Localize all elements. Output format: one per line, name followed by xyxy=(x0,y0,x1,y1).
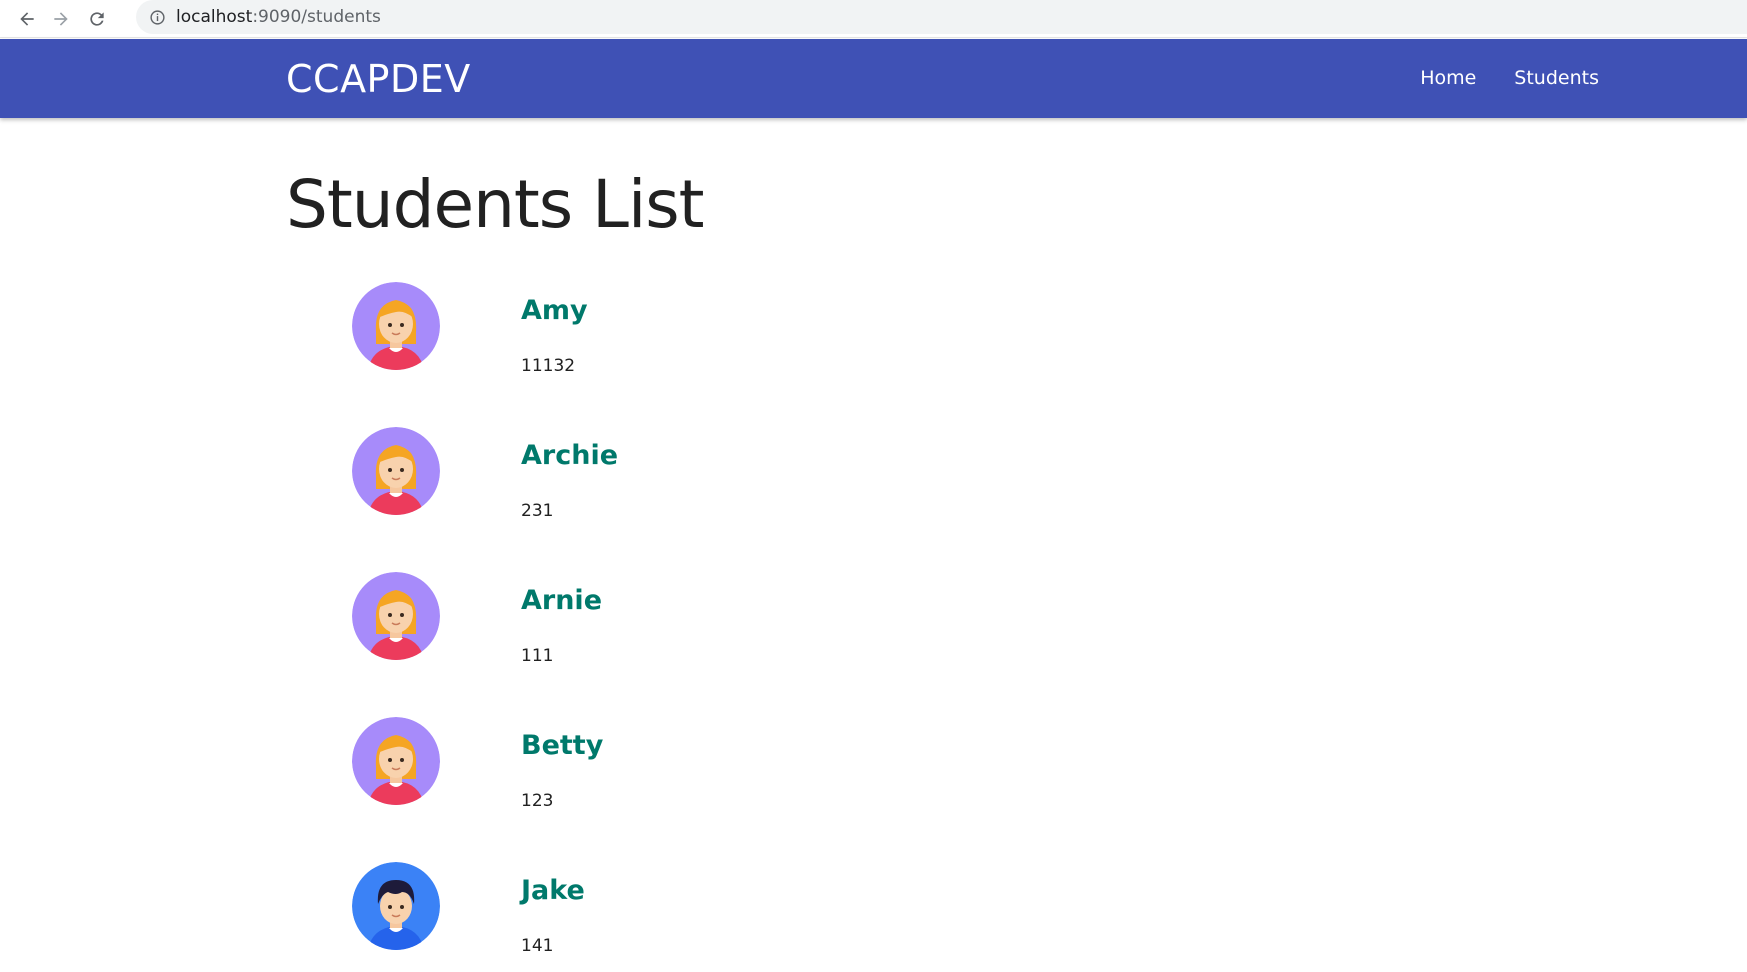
student-name[interactable]: Archie xyxy=(521,440,618,471)
student-list-item: Jake 141 xyxy=(352,862,952,962)
male-avatar-icon xyxy=(352,862,440,950)
url-path: :9090/students xyxy=(252,7,381,27)
url-host: localhost xyxy=(176,7,253,27)
arrow-right-icon xyxy=(54,12,68,26)
student-name[interactable]: Betty xyxy=(521,730,603,761)
student-name[interactable]: Jake xyxy=(521,875,585,906)
student-id: 231 xyxy=(521,501,554,521)
female-avatar-icon xyxy=(352,717,440,805)
address-bar[interactable]: localhost:9090/students xyxy=(136,0,1747,34)
arrow-left-icon xyxy=(20,12,34,26)
student-id: 123 xyxy=(521,791,554,811)
student-list-item: Arnie 111 xyxy=(352,572,952,672)
student-name[interactable]: Amy xyxy=(521,295,588,326)
student-list-item: Archie 231 xyxy=(352,427,952,527)
nav-link-home[interactable]: Home xyxy=(1420,67,1476,89)
reload-icon xyxy=(90,12,104,26)
browser-toolbar: localhost:9090/students xyxy=(0,0,1747,38)
student-list-item: Betty 123 xyxy=(352,717,952,817)
nav-links: Home Students xyxy=(1420,67,1599,89)
info-icon[interactable] xyxy=(148,8,166,26)
student-id: 11132 xyxy=(521,356,576,376)
female-avatar-icon xyxy=(352,427,440,515)
student-id: 141 xyxy=(521,936,554,956)
brand-logo-link[interactable]: CCAPDEV xyxy=(286,57,471,101)
app-navbar: CCAPDEV Home Students xyxy=(0,39,1747,118)
page-title: Students List xyxy=(286,166,705,243)
url-text[interactable]: localhost:9090/students xyxy=(176,7,381,27)
nav-link-students[interactable]: Students xyxy=(1514,67,1599,89)
back-button[interactable] xyxy=(14,6,40,32)
female-avatar-icon xyxy=(352,282,440,370)
female-avatar-icon xyxy=(352,572,440,660)
student-name[interactable]: Arnie xyxy=(521,585,602,616)
reload-button[interactable] xyxy=(84,6,110,32)
student-list-item: Amy 11132 xyxy=(352,282,952,382)
student-id: 111 xyxy=(521,646,554,666)
forward-button[interactable] xyxy=(48,6,74,32)
